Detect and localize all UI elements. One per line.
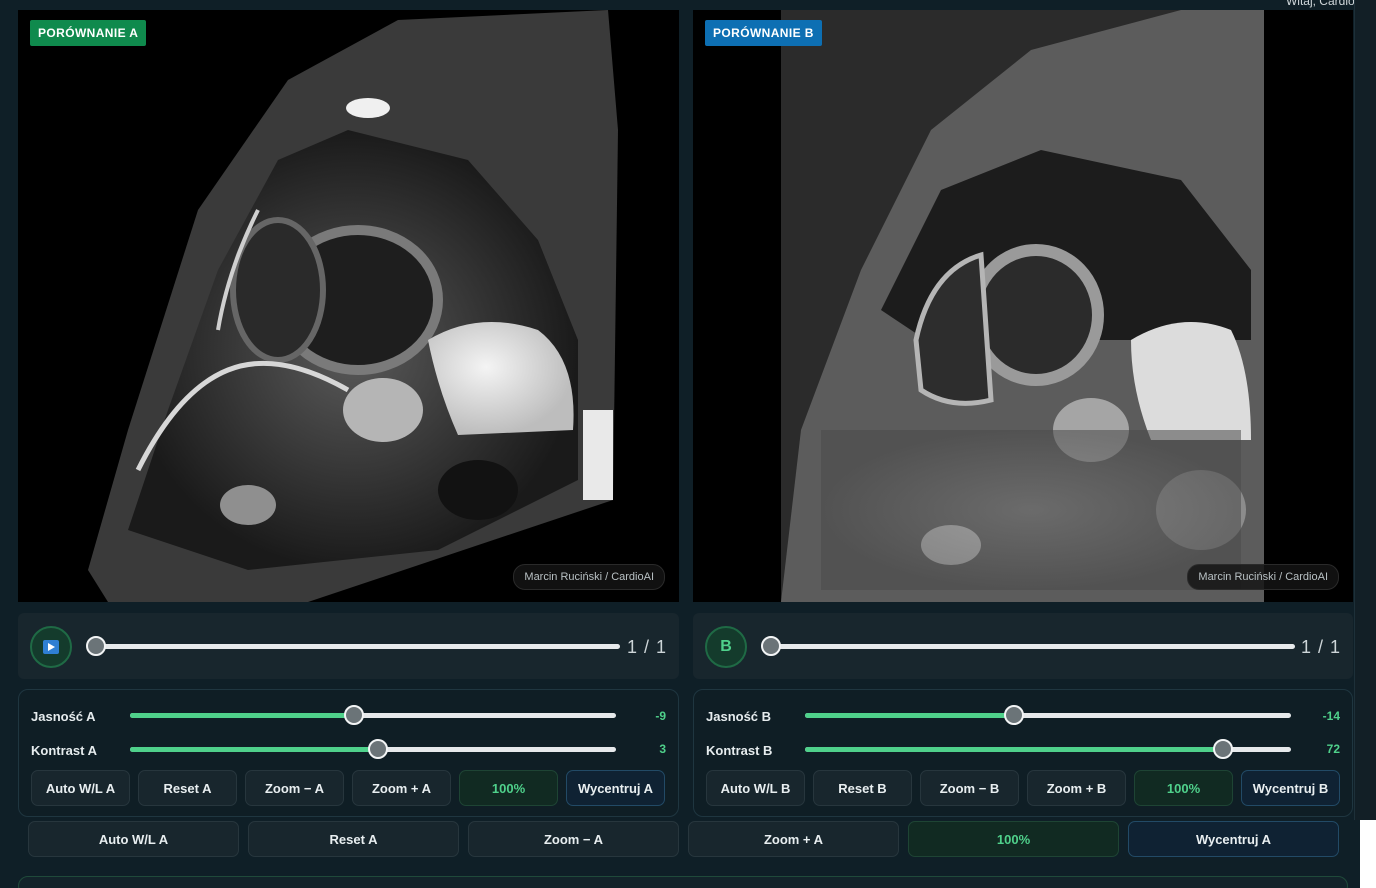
- controls-b: Jasność B -14 Kontrast B 72 Auto W/L B R…: [693, 689, 1353, 817]
- brightness-slider-b[interactable]: [805, 705, 1291, 725]
- controls-a: Jasność A -9 Kontrast A 3 Auto W/L A Res…: [18, 689, 679, 817]
- contrast-slider-a[interactable]: [130, 739, 616, 759]
- bottom-zoom-level-button[interactable]: 100%: [908, 821, 1119, 857]
- frame-player-a: 1 / 1: [18, 613, 679, 679]
- contrast-fill-a: [130, 747, 378, 752]
- contrast-value-a: 3: [659, 742, 666, 756]
- center-a-button[interactable]: Wycentruj A: [566, 770, 665, 806]
- right-scroll-edge: [1354, 0, 1376, 820]
- brightness-label-a: Jasność A: [31, 709, 96, 724]
- viewer-b-watermark: Marcin Ruciński / CardioAI: [1187, 564, 1339, 590]
- viewer-a-badge: PORÓWNANIE A: [30, 20, 147, 46]
- play-button-b[interactable]: B: [705, 626, 747, 668]
- mri-frame-b: [781, 10, 1264, 602]
- bottom-center-button[interactable]: Wycentruj A: [1128, 821, 1339, 857]
- player-b-label: B: [720, 638, 732, 655]
- bottom-reset-button[interactable]: Reset A: [248, 821, 459, 857]
- zoom-level-b-button[interactable]: 100%: [1134, 770, 1233, 806]
- frame-slider-a-thumb[interactable]: [86, 636, 106, 656]
- bottom-panel-edge: [18, 876, 1348, 888]
- bottom-zoom-out-button[interactable]: Zoom − A: [468, 821, 679, 857]
- brightness-slider-a[interactable]: [130, 705, 616, 725]
- brightness-value-a: -9: [655, 709, 666, 723]
- frame-counter-a: 1 / 1: [626, 637, 667, 657]
- reset-b-button[interactable]: Reset B: [813, 770, 912, 806]
- play-icon: [43, 640, 59, 654]
- viewer-b-badge: PORÓWNANIE B: [705, 20, 822, 46]
- frame-slider-b-track[interactable]: [771, 644, 1295, 649]
- frame-counter-b: 1 / 1: [1300, 637, 1341, 657]
- mri-image-a: [88, 10, 618, 602]
- brightness-value-b: -14: [1322, 709, 1340, 723]
- comparison-page: Witaj, CardioAI PORÓWNANIE A Marcin Ruci…: [0, 0, 1376, 888]
- play-button-a[interactable]: [30, 626, 72, 668]
- zoom-out-b-button[interactable]: Zoom − B: [920, 770, 1019, 806]
- contrast-label-a: Kontrast A: [31, 743, 97, 758]
- contrast-label-b: Kontrast B: [706, 743, 773, 758]
- reset-a-button[interactable]: Reset A: [138, 770, 237, 806]
- viewer-b[interactable]: PORÓWNANIE B Marcin Ruciński / CardioAI: [693, 10, 1353, 602]
- contrast-thumb-b[interactable]: [1212, 739, 1233, 759]
- corner-fill: [1360, 820, 1376, 888]
- bottom-zoom-in-button[interactable]: Zoom + A: [688, 821, 899, 857]
- contrast-thumb-a[interactable]: [367, 739, 388, 759]
- viewer-a-watermark: Marcin Ruciński / CardioAI: [513, 564, 665, 590]
- bottom-toolbar: Auto W/L A Reset A Zoom − A Zoom + A 100…: [28, 821, 1339, 857]
- brightness-fill-a: [130, 713, 354, 718]
- mri-image-b: [781, 10, 1264, 602]
- zoom-in-a-button[interactable]: Zoom + A: [352, 770, 451, 806]
- brightness-thumb-b[interactable]: [1003, 705, 1024, 725]
- auto-wl-a-button[interactable]: Auto W/L A: [31, 770, 130, 806]
- frame-player-b: B 1 / 1: [693, 613, 1353, 679]
- contrast-fill-b: [805, 747, 1223, 752]
- controls-a-buttons: Auto W/L A Reset A Zoom − A Zoom + A 100…: [31, 770, 665, 806]
- brightness-fill-b: [805, 713, 1014, 718]
- auto-wl-b-button[interactable]: Auto W/L B: [706, 770, 805, 806]
- brightness-label-b: Jasność B: [706, 709, 772, 724]
- zoom-level-a-button[interactable]: 100%: [459, 770, 558, 806]
- zoom-in-b-button[interactable]: Zoom + B: [1027, 770, 1126, 806]
- center-b-button[interactable]: Wycentruj B: [1241, 770, 1340, 806]
- zoom-out-a-button[interactable]: Zoom − A: [245, 770, 344, 806]
- brightness-thumb-a[interactable]: [343, 705, 364, 725]
- frame-slider-a-track[interactable]: [96, 644, 620, 649]
- viewer-a[interactable]: PORÓWNANIE A Marcin Ruciński / CardioAI: [18, 10, 679, 602]
- contrast-value-b: 72: [1326, 742, 1340, 756]
- frame-slider-b-thumb[interactable]: [761, 636, 781, 656]
- controls-b-buttons: Auto W/L B Reset B Zoom − B Zoom + B 100…: [706, 770, 1340, 806]
- contrast-slider-b[interactable]: [805, 739, 1291, 759]
- bottom-auto-wl-button[interactable]: Auto W/L A: [28, 821, 239, 857]
